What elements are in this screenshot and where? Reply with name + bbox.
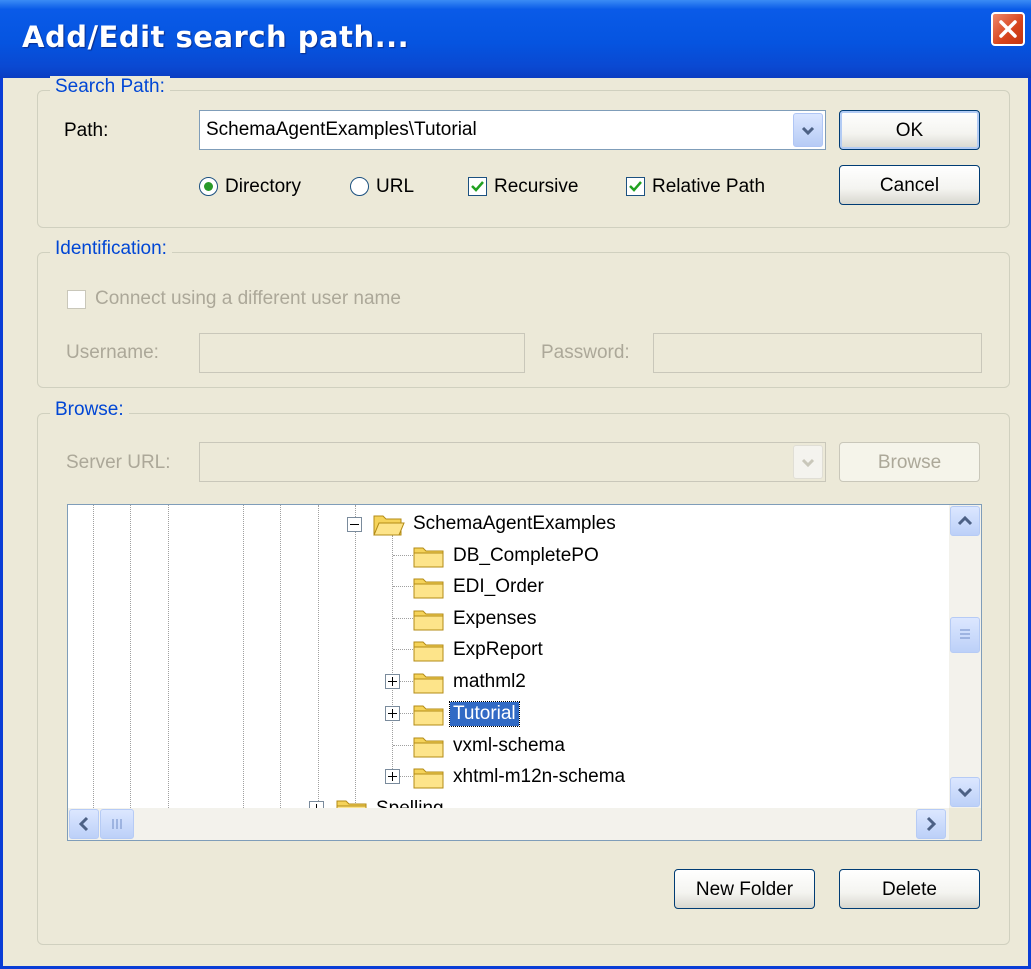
folder-icon: [413, 641, 444, 662]
arrow-right-icon: [926, 816, 937, 832]
folder-icon: [413, 610, 444, 631]
folder-tree[interactable]: SchemaAgentExamples DB_CompletePO EDI_Or…: [67, 504, 982, 841]
recursive-label[interactable]: Recursive: [494, 176, 578, 198]
cancel-button[interactable]: Cancel: [839, 165, 980, 205]
tree-node-label-selected: Tutorial: [449, 701, 520, 727]
url-label[interactable]: URL: [376, 176, 414, 198]
delete-button[interactable]: Delete: [839, 869, 980, 909]
tree-node-label: SchemaAgentExamples: [413, 513, 616, 534]
recursive-checkbox[interactable]: [468, 177, 487, 196]
url-radio[interactable]: [350, 177, 369, 196]
server-url-combobox[interactable]: [199, 442, 826, 482]
checkmark-icon: [471, 181, 484, 192]
folder-icon: [413, 768, 444, 789]
scrollbar-corner: [949, 808, 981, 840]
folder-icon: [413, 547, 444, 568]
directory-radio[interactable]: [199, 177, 218, 196]
window-title: Add/Edit search path...: [22, 20, 410, 54]
scroll-right-button[interactable]: [916, 809, 946, 839]
expand-toggle[interactable]: [385, 769, 400, 784]
close-icon: [999, 20, 1017, 38]
relative-path-checkbox[interactable]: [626, 177, 645, 196]
tree-node-label: xhtml-m12n-schema: [453, 766, 626, 787]
folder-icon: [413, 737, 444, 758]
scroll-up-button[interactable]: [950, 506, 980, 536]
identification-legend: Identification:: [50, 238, 172, 260]
collapse-toggle[interactable]: [347, 517, 362, 532]
tree-node-label: EDI_Order: [453, 576, 544, 597]
relative-path-label[interactable]: Relative Path: [652, 176, 765, 198]
folder-icon: [413, 705, 444, 726]
path-label: Path:: [64, 120, 109, 141]
tree-node-label: mathml2: [453, 671, 526, 692]
scroll-down-button[interactable]: [950, 777, 980, 807]
username-input[interactable]: [199, 333, 525, 373]
checkmark-icon: [629, 181, 642, 192]
arrow-down-icon: [957, 787, 973, 798]
grip-icon: [960, 629, 970, 639]
chevron-down-icon: [801, 126, 815, 136]
tree-node-label: ExpReport: [453, 639, 543, 660]
expand-toggle[interactable]: [385, 674, 400, 689]
grip-icon: [112, 819, 122, 829]
vertical-scrollbar[interactable]: [949, 505, 981, 808]
dialog-window: Add/Edit search path... Search Path: Pat…: [0, 0, 1031, 969]
search-path-legend: Search Path:: [50, 76, 170, 98]
horizontal-scroll-thumb[interactable]: [100, 809, 134, 839]
folder-open-icon: [373, 515, 405, 536]
horizontal-scrollbar[interactable]: [68, 808, 949, 840]
folder-icon: [413, 578, 444, 599]
chevron-down-icon: [801, 458, 815, 468]
tree-node-label: DB_CompletePO: [453, 545, 599, 566]
connect-label: Connect using a different user name: [95, 288, 401, 309]
browse-legend: Browse:: [50, 399, 129, 421]
directory-label[interactable]: Directory: [225, 176, 301, 198]
folder-icon: [413, 673, 444, 694]
close-button[interactable]: [991, 12, 1025, 46]
scroll-left-button[interactable]: [69, 809, 99, 839]
browse-button[interactable]: Browse: [839, 442, 980, 482]
password-input[interactable]: [653, 333, 982, 373]
username-label: Username:: [66, 342, 159, 363]
delete-label: Delete: [882, 879, 937, 900]
browse-label: Browse: [877, 452, 942, 473]
tree-node-label: vxml-schema: [453, 735, 565, 756]
title-bar[interactable]: Add/Edit search path...: [0, 0, 1031, 78]
arrow-left-icon: [78, 816, 89, 832]
ok-button[interactable]: OK: [839, 110, 980, 150]
path-dropdown-button[interactable]: [793, 113, 823, 147]
cancel-label: Cancel: [879, 175, 940, 196]
server-url-dropdown-button[interactable]: [793, 445, 823, 479]
password-label: Password:: [541, 342, 630, 363]
path-combobox[interactable]: SchemaAgentExamples\Tutorial: [199, 110, 826, 150]
expand-toggle[interactable]: [385, 706, 400, 721]
new-folder-label: New Folder: [695, 879, 794, 900]
path-value: SchemaAgentExamples\Tutorial: [206, 119, 477, 140]
connect-checkbox[interactable]: [67, 290, 86, 309]
scroll-thumb[interactable]: [950, 617, 980, 653]
arrow-up-icon: [957, 515, 973, 526]
ok-label: OK: [895, 120, 924, 141]
tree-node-label: Expenses: [453, 608, 537, 629]
new-folder-button[interactable]: New Folder: [674, 869, 815, 909]
server-url-label: Server URL:: [66, 452, 171, 473]
